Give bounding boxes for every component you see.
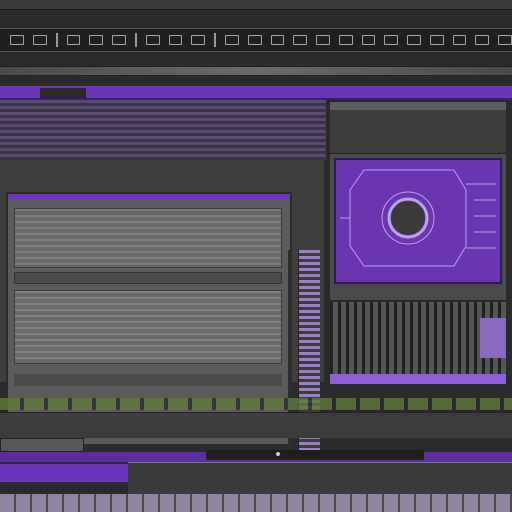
property-list-scroll[interactable]	[298, 250, 320, 480]
bottom-track-strip	[0, 494, 512, 512]
zoom-icon[interactable]	[145, 35, 160, 45]
panel-divider	[288, 250, 292, 480]
horizontal-ruler	[0, 66, 512, 76]
document-content-block	[14, 290, 282, 364]
document-titlebar[interactable]	[8, 194, 290, 200]
cut-icon[interactable]	[66, 35, 81, 45]
menu-item[interactable]	[40, 88, 86, 98]
panel-header-lines	[0, 100, 326, 160]
left-editor-panel	[0, 100, 326, 482]
tool-icon[interactable]	[316, 35, 330, 45]
tool-icon[interactable]	[384, 35, 399, 45]
preview-header-strip	[330, 102, 506, 110]
timeline-track[interactable]	[0, 412, 512, 438]
tool-icon[interactable]	[293, 35, 308, 45]
main-toolbar	[0, 28, 512, 52]
blueprint-preview[interactable]	[334, 158, 502, 284]
toolbar-divider	[134, 33, 137, 47]
measure-icon[interactable]	[225, 35, 239, 45]
undo-icon[interactable]	[10, 35, 24, 45]
paste-icon[interactable]	[112, 35, 126, 45]
tool-icon[interactable]	[452, 35, 467, 45]
tool-icon[interactable]	[338, 35, 353, 45]
blueprint-drawing	[340, 169, 496, 267]
tool-icon[interactable]	[498, 35, 512, 45]
timeline-panel	[128, 462, 512, 496]
timeline-clip[interactable]	[0, 438, 84, 452]
timeline-scrub-bar[interactable]	[206, 450, 424, 460]
right-preview-panel	[328, 100, 508, 384]
toolbar-divider	[55, 33, 58, 47]
document-status-bar	[14, 374, 282, 386]
toolbar-divider	[214, 33, 217, 47]
document-content-block	[14, 208, 282, 268]
layer-icon[interactable]	[191, 35, 206, 45]
menu-bar[interactable]	[0, 86, 512, 100]
snap-icon[interactable]	[247, 35, 262, 45]
tool-icon[interactable]	[429, 35, 444, 45]
scrub-handle[interactable]	[276, 452, 280, 456]
redo-icon[interactable]	[32, 35, 47, 45]
grid-icon[interactable]	[168, 35, 183, 45]
blueprint-hub	[391, 201, 425, 235]
preview-footer	[330, 374, 506, 384]
document-field-bar[interactable]	[14, 272, 282, 284]
settings-icon[interactable]	[270, 35, 285, 45]
top-window-strip	[0, 0, 512, 10]
copy-icon[interactable]	[89, 35, 104, 45]
tool-icon[interactable]	[361, 35, 376, 45]
tool-icon[interactable]	[407, 35, 421, 45]
preview-panel-header	[330, 102, 506, 154]
timeline-track[interactable]	[0, 398, 512, 410]
grid-side-label	[480, 318, 506, 358]
tool-icon[interactable]	[475, 35, 490, 45]
